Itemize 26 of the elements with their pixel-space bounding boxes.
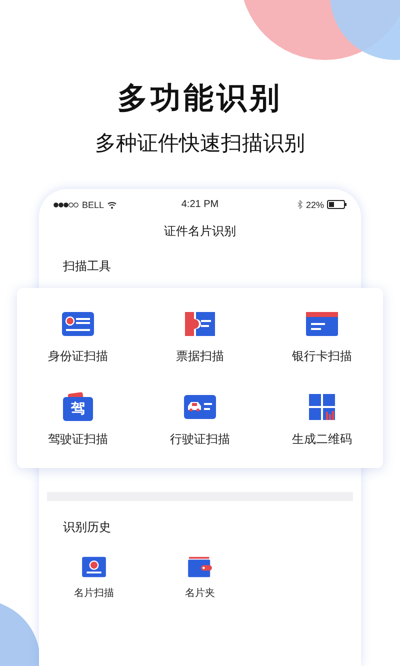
tool-item[interactable]: 票据扫描 [139,310,261,365]
history-item[interactable]: 名片夹 [175,556,225,600]
headline: 多功能识别 [118,80,282,118]
section-heading: 扫描工具 [62,258,112,275]
card-icon [81,556,107,578]
screen-title: 证件名片识别 [163,223,237,240]
tool-item[interactable]: 生成二维码 [261,393,383,448]
battery-icon [327,200,347,209]
bank-card-icon [305,310,339,338]
tool-item[interactable]: 身份证扫描 [17,310,139,365]
tool-item[interactable]: 驾 驾驶证扫描 [17,393,139,448]
carrier-name: BELL [82,200,104,210]
id-card-icon [61,310,95,338]
car-card-icon [183,393,217,421]
ticket-icon [183,310,217,338]
tool-item[interactable]: 行驶证扫描 [139,393,261,448]
bluetooth-icon [296,200,303,209]
tool-item[interactable]: 银行卡扫描 [261,310,383,365]
wallet-icon [187,556,213,578]
wifi-icon [107,200,118,208]
battery-percent: 22% [306,200,324,210]
signal-icon [53,202,79,208]
subtitle: 多种证件快速扫描识别 [95,130,305,157]
status-time: 4:21 PM [181,199,219,210]
history-item[interactable]: 名片扫描 [69,556,119,600]
section-heading: 识别历史 [62,519,112,536]
